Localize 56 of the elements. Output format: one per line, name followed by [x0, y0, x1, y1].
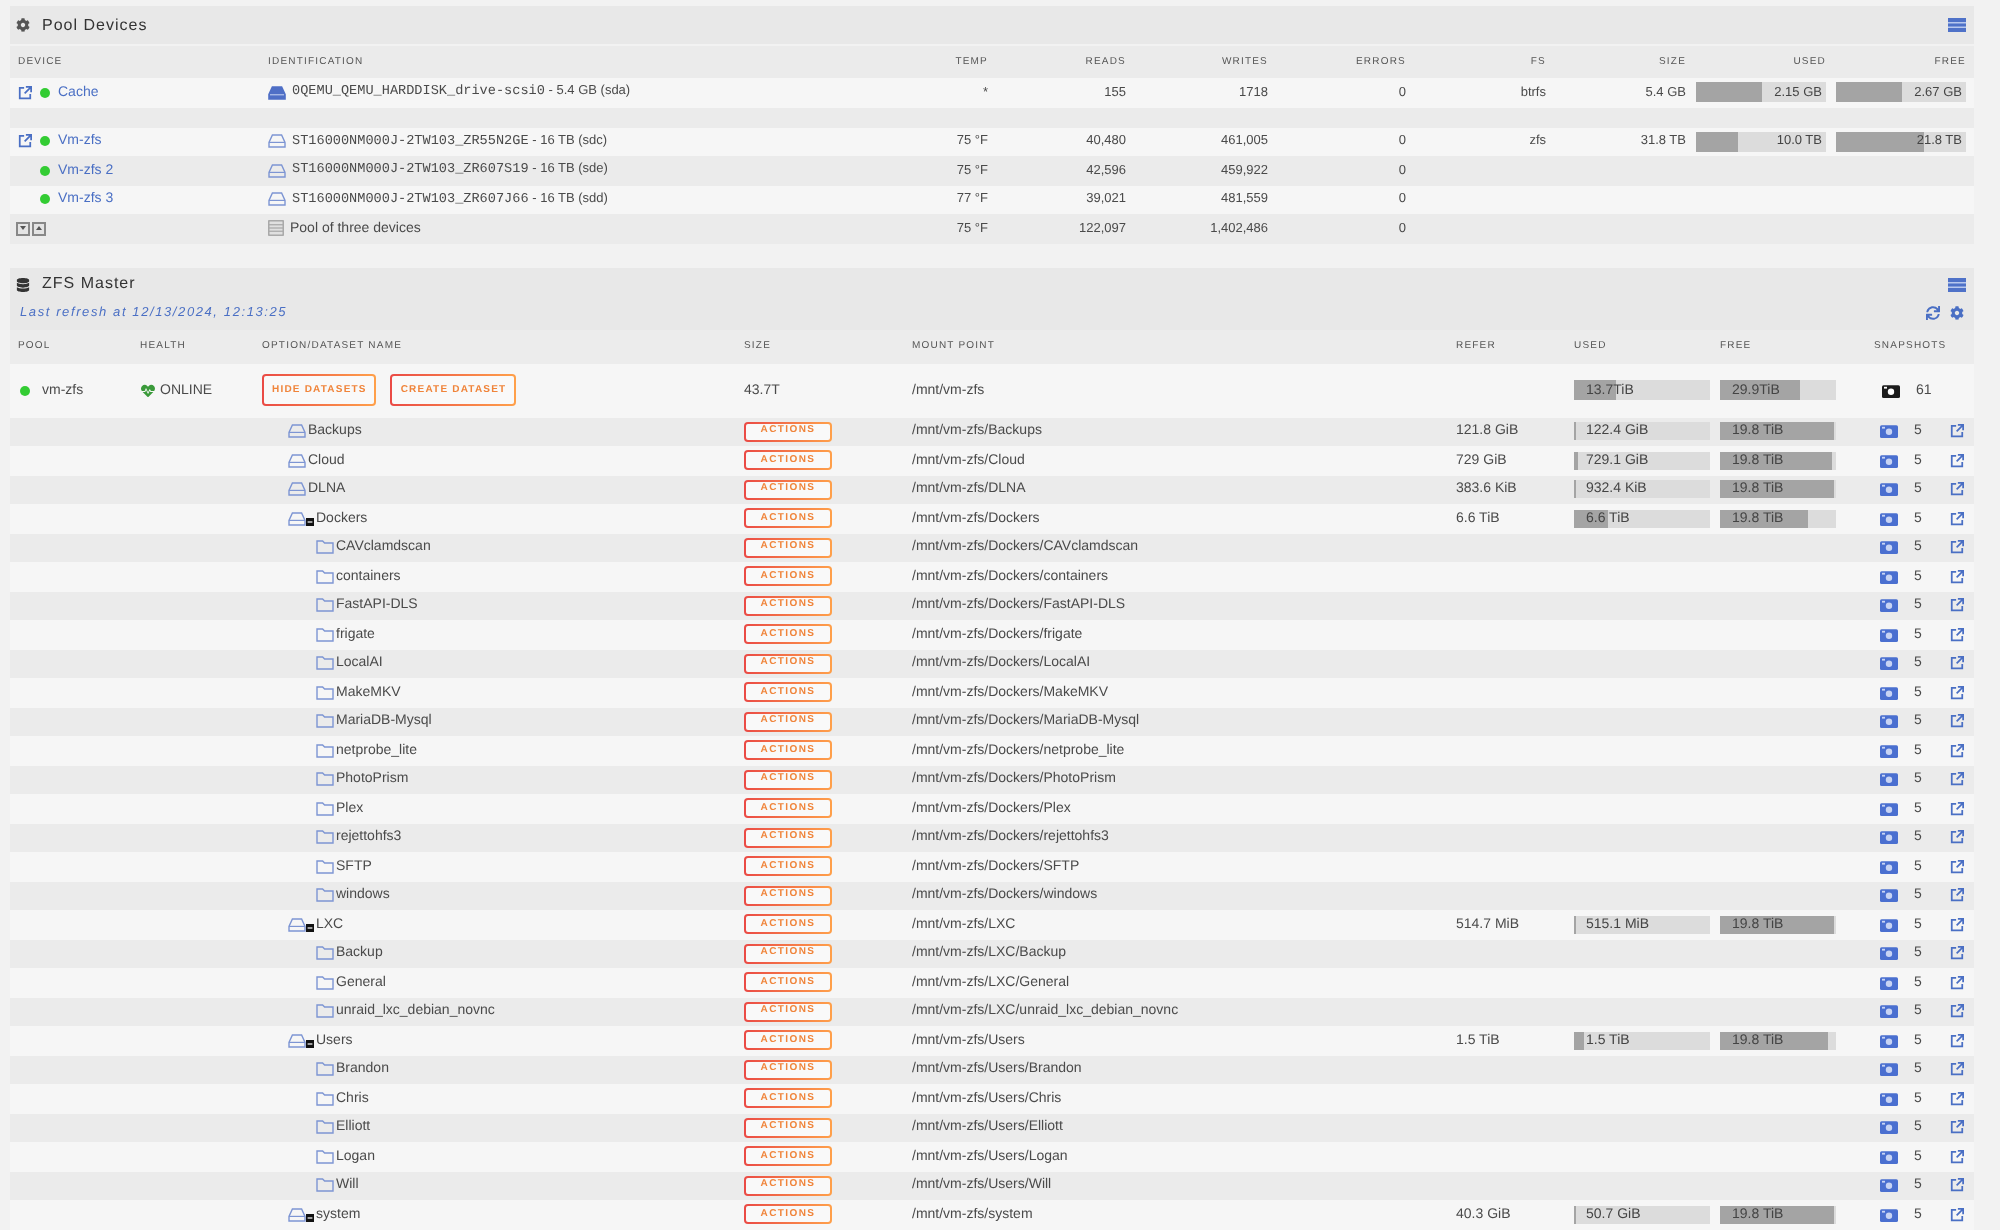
external-link-icon[interactable]: [1950, 598, 1964, 613]
external-link-icon[interactable]: [1950, 1178, 1964, 1193]
gear-icon: [16, 18, 30, 32]
camera-icon[interactable]: [1882, 383, 1900, 397]
external-link-icon[interactable]: [1950, 511, 1964, 526]
external-link-icon[interactable]: [1950, 743, 1964, 758]
external-link-icon[interactable]: [1950, 975, 1964, 990]
external-link-icon[interactable]: [18, 134, 32, 149]
external-link-icon[interactable]: [1950, 1207, 1964, 1222]
caret-up-icon: [36, 226, 42, 231]
external-link-icon[interactable]: [1950, 1120, 1964, 1135]
external-link-icon[interactable]: [1950, 540, 1964, 555]
external-link-icon[interactable]: [1950, 714, 1964, 729]
hard-drive-icon: [288, 424, 306, 439]
minus-box-icon[interactable]: [306, 1039, 314, 1048]
heartbeat-icon: [140, 383, 156, 397]
external-link-icon[interactable]: [1950, 656, 1964, 671]
refresh-icon[interactable]: [1926, 306, 1940, 320]
list-icon[interactable]: [1948, 18, 1966, 32]
external-link-icon[interactable]: [1950, 685, 1964, 700]
external-link-icon[interactable]: [1950, 888, 1964, 903]
external-link-icon[interactable]: [1950, 1004, 1964, 1019]
hard-drive-icon: [288, 917, 306, 932]
hard-drive-icon: [288, 511, 306, 526]
external-link-icon[interactable]: [1950, 1062, 1964, 1077]
external-link-icon[interactable]: [1950, 453, 1964, 468]
hard-drive-icon: [288, 453, 306, 468]
list-icon[interactable]: [1948, 277, 1966, 291]
minus-box-icon[interactable]: [306, 923, 314, 932]
external-link-icon[interactable]: [1950, 830, 1964, 845]
minus-box-icon[interactable]: [306, 1213, 314, 1222]
caret-up-button[interactable]: [32, 221, 46, 236]
external-link-icon[interactable]: [1950, 627, 1964, 642]
external-link-icon[interactable]: [1950, 801, 1964, 816]
external-link-icon[interactable]: [1950, 482, 1964, 497]
hard-drive-icon: [288, 1033, 306, 1048]
settings-icon[interactable]: [1950, 306, 1964, 320]
stack-icon: [268, 220, 284, 237]
external-link-icon[interactable]: [1950, 859, 1964, 874]
external-link-icon[interactable]: [18, 85, 32, 100]
caret-down-button[interactable]: [16, 221, 30, 236]
panel-title: Pool Devices: [42, 13, 148, 37]
external-link-icon[interactable]: [1950, 569, 1964, 584]
external-link-icon[interactable]: [1950, 946, 1964, 961]
minus-box-icon[interactable]: [306, 517, 314, 526]
external-link-icon[interactable]: [1950, 772, 1964, 787]
hard-drive-icon: [288, 482, 306, 497]
database-icon: [16, 277, 30, 291]
external-link-icon[interactable]: [1950, 424, 1964, 439]
external-link-icon[interactable]: [1950, 1091, 1964, 1106]
hard-drive-icon: [288, 1207, 306, 1222]
panel-title: ZFS Master: [42, 272, 136, 296]
external-link-icon[interactable]: [1950, 917, 1964, 932]
caret-down-icon: [20, 226, 26, 231]
external-link-icon[interactable]: [1950, 1033, 1964, 1048]
external-link-icon[interactable]: [1950, 1149, 1964, 1164]
